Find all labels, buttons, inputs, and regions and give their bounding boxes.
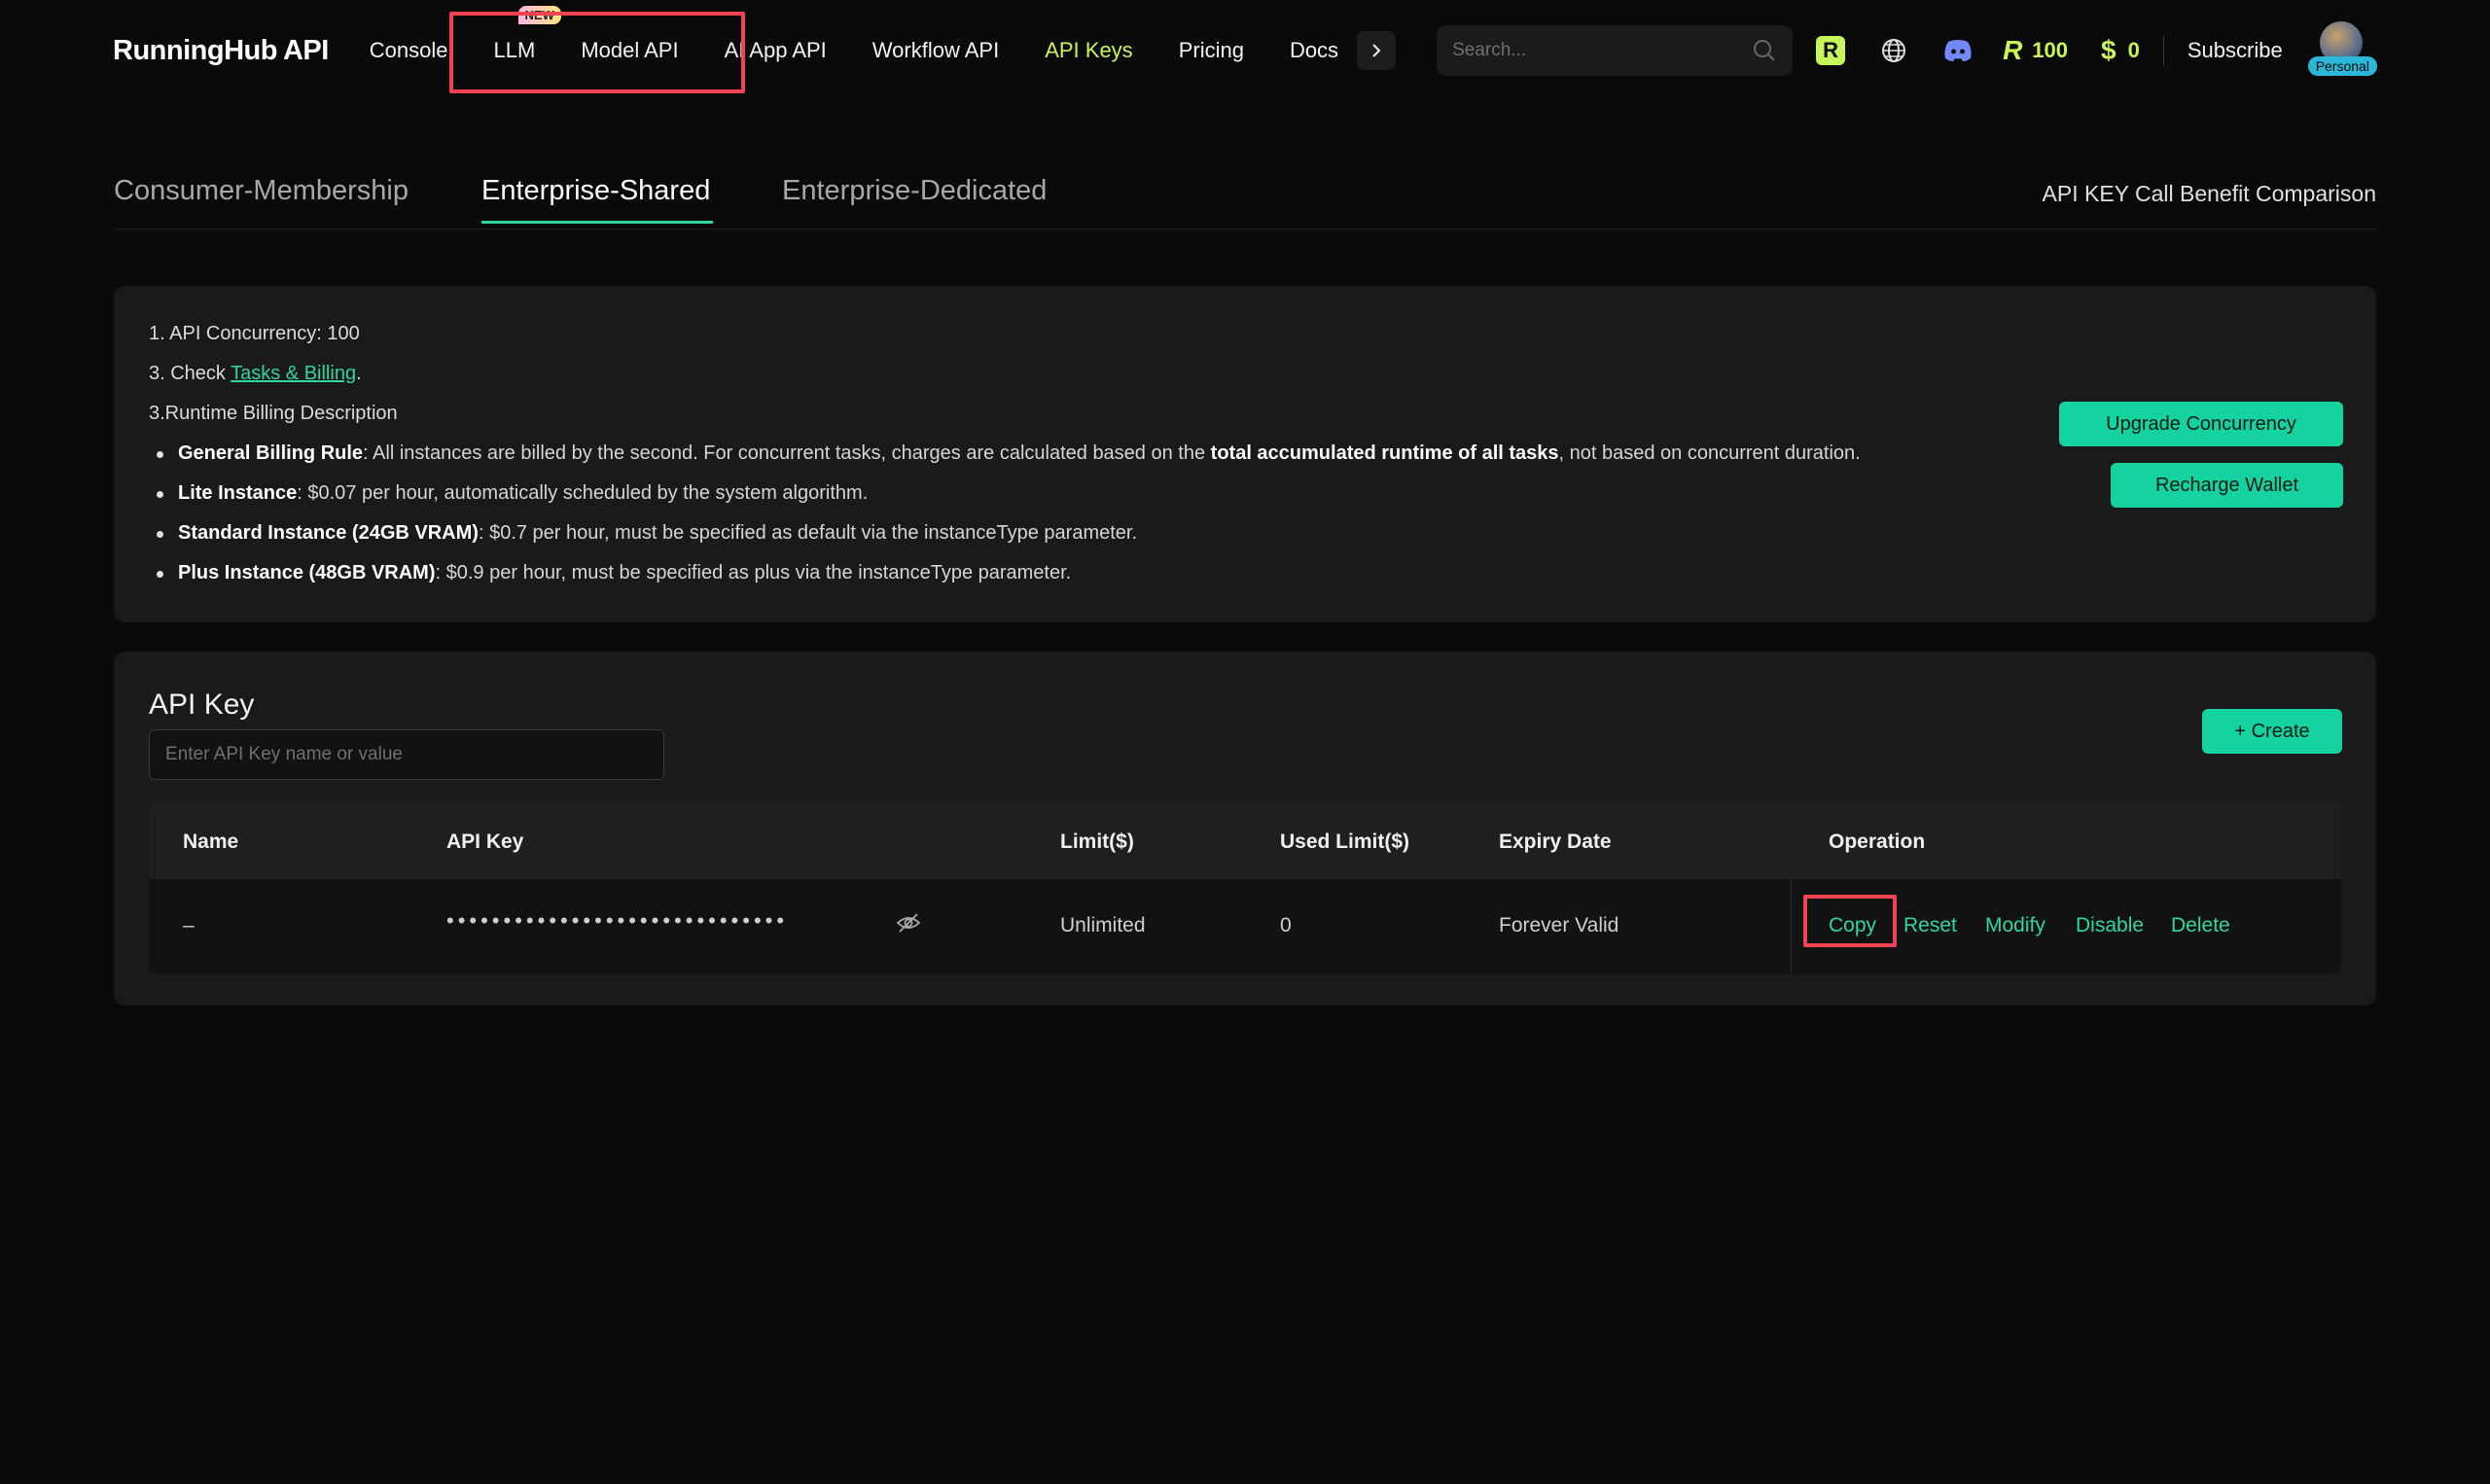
nav-link-model-api[interactable]: Model API bbox=[581, 38, 678, 63]
wallet-balance[interactable]: $ 0 bbox=[2101, 35, 2140, 66]
nav-link-console[interactable]: Console bbox=[370, 38, 448, 63]
brand-logo[interactable]: RunningHub API bbox=[113, 35, 329, 67]
chevron-right-icon bbox=[1372, 44, 1381, 57]
cell-expiry: Forever Valid bbox=[1499, 914, 1619, 936]
tab-enterprise-shared[interactable]: Enterprise-Shared bbox=[481, 175, 710, 207]
table-row: – •••••••••••••••••••••••••••••• Unlimit… bbox=[149, 879, 2341, 974]
user-avatar-menu[interactable]: Personal bbox=[2304, 21, 2388, 80]
bullet-general-billing-title: General Billing Rule bbox=[178, 442, 364, 464]
brand-logo-text: RunningHub bbox=[113, 34, 277, 66]
search-icon[interactable] bbox=[1752, 38, 1777, 63]
check-billing-suffix: . bbox=[356, 363, 362, 384]
column-header-api-key: API Key bbox=[446, 830, 524, 853]
nav-divider bbox=[2162, 36, 2164, 65]
bullet-general-billing-text2: , not based on concurrent duration. bbox=[1558, 442, 1861, 464]
upgrade-concurrency-button[interactable]: Upgrade Concurrency bbox=[2059, 402, 2343, 446]
brand-logo-suffix: API bbox=[282, 34, 329, 66]
bullet-general-billing: General Billing Rule: All instances are … bbox=[157, 442, 1861, 465]
top-navigation: RunningHub API Console NEW LLM Model API … bbox=[0, 0, 2490, 101]
column-header-limit: Limit($) bbox=[1060, 830, 1134, 853]
runninghub-r-icon[interactable]: R bbox=[1816, 36, 1846, 65]
check-billing-prefix: 3. Check bbox=[149, 363, 231, 384]
api-concurrency-text: 1. API Concurrency: 100 bbox=[149, 323, 360, 344]
search-input[interactable] bbox=[1452, 40, 1735, 61]
concurrency-info-card: 1. API Concurrency: 100 3. Check Tasks &… bbox=[114, 286, 2376, 622]
tasks-billing-link[interactable]: Tasks & Billing bbox=[231, 363, 356, 384]
runtime-billing-heading: 3.Runtime Billing Description bbox=[149, 403, 398, 424]
credits-value: 100 bbox=[2032, 38, 2069, 62]
table-header: Name API Key Limit($) Used Limit($) Expi… bbox=[149, 801, 2341, 879]
plan-tabs: Consumer-Membership Enterprise-Shared En… bbox=[114, 146, 2376, 230]
tab-enterprise-dedicated[interactable]: Enterprise-Dedicated bbox=[782, 175, 1047, 207]
active-tab-underline bbox=[481, 221, 713, 224]
new-badge: NEW bbox=[517, 6, 561, 24]
dollar-icon: $ bbox=[2101, 35, 2116, 65]
column-header-expiry: Expiry Date bbox=[1499, 830, 1612, 853]
nav-links: Console NEW LLM Model API AI App API Wor… bbox=[370, 0, 1384, 101]
check-billing-line: 3. Check Tasks & Billing. bbox=[149, 363, 362, 385]
column-header-name: Name bbox=[183, 830, 239, 853]
nav-link-ai-app-api[interactable]: AI App API bbox=[725, 38, 827, 63]
cell-api-key-masked: •••••••••••••••••••••••••••••• bbox=[446, 908, 789, 933]
discord-icon[interactable] bbox=[1942, 39, 1974, 62]
nav-more-button[interactable] bbox=[1357, 31, 1397, 70]
personal-badge: Personal bbox=[2307, 56, 2377, 76]
api-key-card: API Key + Create Name API Key Limit($) U… bbox=[114, 652, 2376, 1006]
create-api-key-button[interactable]: + Create bbox=[2202, 709, 2342, 754]
bullet-plus-instance: Plus Instance (48GB VRAM): $0.9 per hour… bbox=[157, 562, 1071, 584]
bullet-lite-instance: Lite Instance: $0.07 per hour, automatic… bbox=[157, 482, 868, 505]
api-key-title: API Key bbox=[149, 689, 255, 721]
nav-link-pricing[interactable]: Pricing bbox=[1179, 38, 1244, 63]
disable-key-link[interactable]: Disable bbox=[2076, 914, 2144, 937]
cell-name: – bbox=[183, 914, 195, 936]
nav-link-workflow-api[interactable]: Workflow API bbox=[872, 38, 999, 63]
nav-link-llm-label: LLM bbox=[493, 38, 536, 62]
api-key-table: Name API Key Limit($) Used Limit($) Expi… bbox=[149, 801, 2341, 974]
reset-key-link[interactable]: Reset bbox=[1903, 914, 1957, 937]
column-header-operation: Operation bbox=[1829, 830, 1926, 853]
operation-column-divider bbox=[1791, 879, 1792, 974]
bullet-lite-text: : $0.07 per hour, automatically schedule… bbox=[297, 482, 869, 504]
bullet-plus-text: : $0.9 per hour, must be specified as pl… bbox=[435, 562, 1072, 583]
bullet-standard-text: : $0.7 per hour, must be specified as de… bbox=[478, 522, 1138, 544]
subscribe-link[interactable]: Subscribe bbox=[2188, 38, 2283, 63]
cell-limit: Unlimited bbox=[1060, 914, 1146, 936]
copy-key-link[interactable]: Copy bbox=[1829, 914, 1876, 937]
delete-key-link[interactable]: Delete bbox=[2171, 914, 2230, 937]
wallet-value: 0 bbox=[2127, 38, 2140, 62]
bullet-general-billing-text: : All instances are billed by the second… bbox=[363, 442, 1211, 464]
r-coin-icon: R bbox=[2003, 35, 2023, 65]
modify-key-link[interactable]: Modify bbox=[1985, 914, 2045, 937]
bullet-general-billing-emphasis: total accumulated runtime of all tasks bbox=[1210, 442, 1559, 464]
nav-link-api-keys[interactable]: API Keys bbox=[1045, 38, 1132, 63]
nav-link-docs[interactable]: Docs bbox=[1290, 38, 1338, 63]
bullet-plus-title: Plus Instance (48GB VRAM) bbox=[178, 562, 436, 583]
api-key-search-input[interactable] bbox=[149, 729, 664, 780]
recharge-wallet-button[interactable]: Recharge Wallet bbox=[2111, 463, 2343, 508]
credits-balance[interactable]: R 100 bbox=[2003, 35, 2068, 66]
cell-used-limit: 0 bbox=[1280, 914, 1292, 936]
bullet-lite-title: Lite Instance bbox=[178, 482, 298, 504]
bullet-standard-title: Standard Instance (24GB VRAM) bbox=[178, 522, 479, 544]
benefit-comparison-link[interactable]: API KEY Call Benefit Comparison bbox=[2043, 181, 2376, 207]
column-header-used-limit: Used Limit($) bbox=[1280, 830, 1410, 853]
bullet-standard-instance: Standard Instance (24GB VRAM): $0.7 per … bbox=[157, 522, 1137, 545]
eye-off-icon[interactable] bbox=[896, 912, 921, 939]
search-box bbox=[1437, 25, 1794, 76]
globe-icon[interactable] bbox=[1880, 37, 1907, 64]
nav-link-llm[interactable]: NEW LLM bbox=[493, 6, 561, 63]
tab-consumer-membership[interactable]: Consumer-Membership bbox=[114, 175, 409, 207]
